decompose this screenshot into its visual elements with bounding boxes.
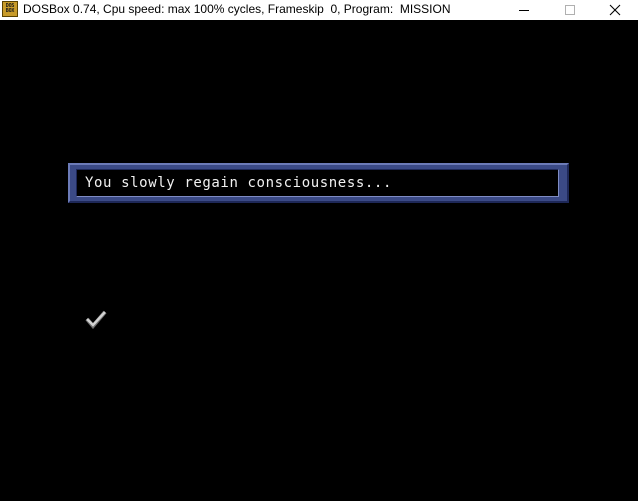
message-panel: You slowly regain consciousness... [76,169,559,197]
title-bar[interactable]: DOS BOX DOSBox 0.74, Cpu speed: max 100%… [0,0,638,20]
message-box: You slowly regain consciousness... [68,163,569,203]
app-icon-line-2: BOX [5,8,15,14]
minimize-icon [519,10,529,11]
maximize-button[interactable] [547,0,593,20]
minimize-button[interactable] [501,0,547,20]
checkmark-cursor-icon [85,310,107,329]
dosbox-app-icon[interactable]: DOS BOX [2,1,18,17]
maximize-icon [565,5,575,15]
close-button[interactable] [592,0,638,20]
game-viewport[interactable]: You slowly regain consciousness... [0,20,638,501]
window-title: DOSBox 0.74, Cpu speed: max 100% cycles,… [23,2,451,16]
dosbox-window: DOS BOX DOSBox 0.74, Cpu speed: max 100%… [0,0,638,501]
close-icon [609,4,621,16]
message-text: You slowly regain consciousness... [85,175,392,191]
